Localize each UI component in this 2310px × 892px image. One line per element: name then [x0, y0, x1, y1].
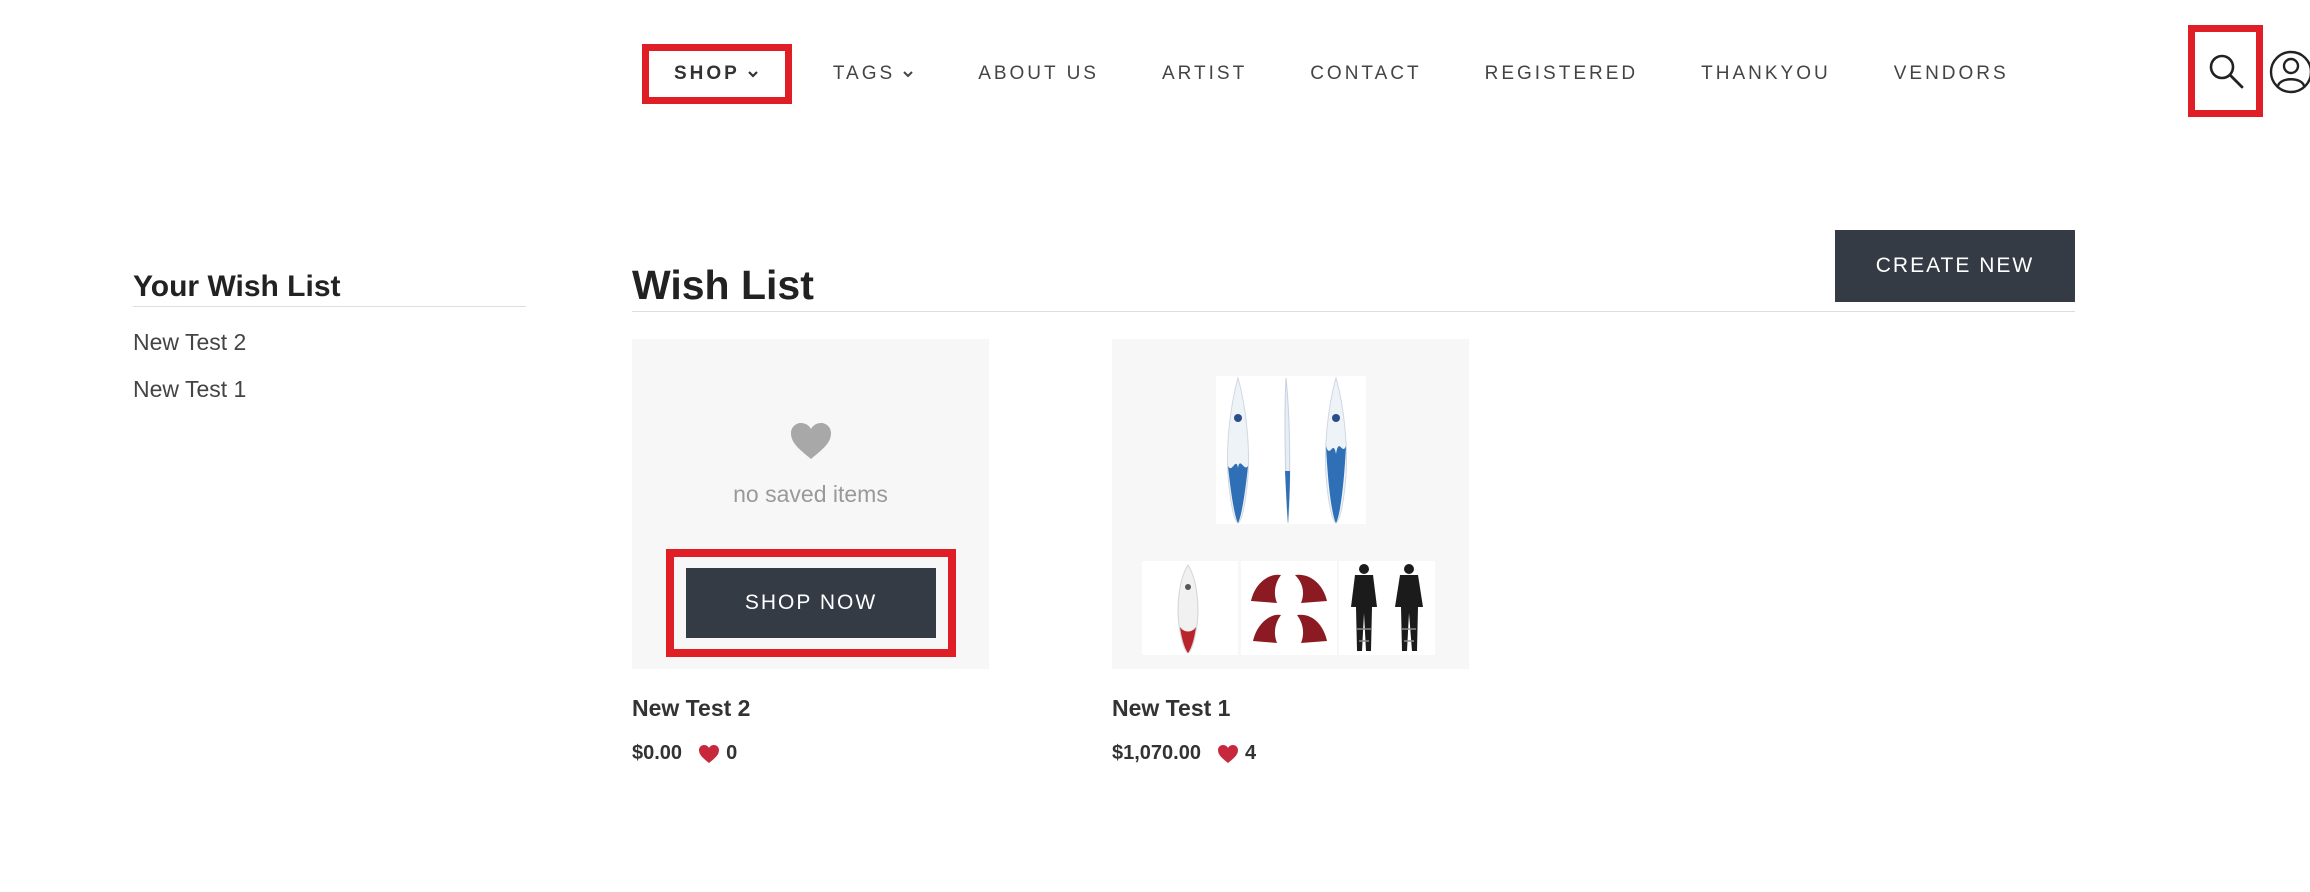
nav-item-label: CONTACT	[1310, 63, 1422, 84]
create-new-button[interactable]: CREATE NEW	[1835, 230, 2075, 302]
wishlist-price: $1,070.00	[1112, 742, 1201, 764]
wishlist-sidebar: Your Wish List New Test 2 New Test 1	[133, 270, 526, 423]
nav-item-tags[interactable]: TAGS	[833, 48, 915, 100]
nav-item-label: REGISTERED	[1484, 63, 1639, 84]
nav-item-vendors[interactable]: VENDORS	[1894, 48, 2009, 100]
product-collage[interactable]	[1112, 339, 1469, 669]
sidebar-item-new-test-2[interactable]: New Test 2	[133, 329, 526, 356]
likes-count: 0	[726, 742, 738, 764]
nav-item-label: SHOP	[674, 63, 740, 84]
wishlist-meta: $0.00 0	[632, 742, 989, 765]
nav-item-label: ARTIST	[1161, 63, 1248, 84]
nav-item-label: ABOUT US	[978, 63, 1099, 84]
nav-item-artist[interactable]: ARTIST	[1162, 48, 1247, 100]
chevron-down-icon	[748, 71, 758, 78]
nav-item-label: THANKYOU	[1701, 63, 1831, 84]
search-icon	[2209, 54, 2243, 89]
wishlist-cards: no saved items SHOP NOW New Test 2 $0.00…	[632, 339, 2075, 779]
likes-count: 4	[1244, 742, 1257, 764]
wishlist-card-new-test-1: New Test 1 $1,070.00 4	[1112, 339, 1469, 765]
wishlist-price: $0.00	[632, 742, 683, 764]
chevron-down-icon	[903, 71, 913, 78]
nav-item-shop[interactable]: SHOP	[642, 44, 792, 104]
heart-icon	[791, 423, 831, 459]
surfboard-thumbnail	[1142, 561, 1238, 655]
nav-item-about-us[interactable]: ABOUT US	[978, 48, 1099, 100]
nav-item-label: VENDORS	[1893, 63, 2009, 84]
wishlist-name[interactable]: New Test 2	[632, 695, 989, 722]
surfboards-image	[1216, 376, 1366, 524]
main-header: Wish List CREATE NEW	[632, 230, 2075, 312]
nav-menu: SHOP TAGS ABOUT US ARTIST CONTACT REGIST…	[642, 44, 2072, 104]
wishlist-list: New Test 2 New Test 1	[133, 329, 526, 403]
search-button[interactable]	[2188, 25, 2263, 117]
empty-message: no saved items	[733, 481, 888, 507]
shop-now-highlight: SHOP NOW	[666, 549, 956, 657]
empty-wishlist-box: no saved items SHOP NOW	[632, 339, 989, 669]
sidebar-item-new-test-1[interactable]: New Test 1	[133, 376, 526, 403]
user-account-icon[interactable]	[2268, 49, 2310, 95]
nav-item-registered[interactable]: REGISTERED	[1485, 48, 1639, 100]
heart-icon	[699, 744, 720, 763]
wishlist-meta: $1,070.00 4	[1112, 742, 1469, 765]
heart-icon	[1217, 744, 1238, 763]
nav-item-contact[interactable]: CONTACT	[1310, 48, 1421, 100]
top-navigation: SHOP TAGS ABOUT US ARTIST CONTACT REGIST…	[0, 0, 2310, 150]
shop-now-button[interactable]: SHOP NOW	[686, 568, 936, 638]
wishlist-card-new-test-2: no saved items SHOP NOW New Test 2 $0.00…	[632, 339, 989, 765]
wishlist-name[interactable]: New Test 1	[1112, 695, 1469, 722]
surf-fins-thumbnail	[1241, 561, 1337, 655]
page-title: Wish List	[632, 262, 814, 308]
wetsuits-thumbnail	[1339, 561, 1435, 655]
wishlist-main: Wish List CREATE NEW no saved items SHOP…	[632, 230, 2075, 779]
sidebar-title: Your Wish List	[133, 270, 526, 307]
nav-item-thankyou[interactable]: THANKYOU	[1701, 48, 1831, 100]
nav-item-label: TAGS	[832, 63, 896, 84]
